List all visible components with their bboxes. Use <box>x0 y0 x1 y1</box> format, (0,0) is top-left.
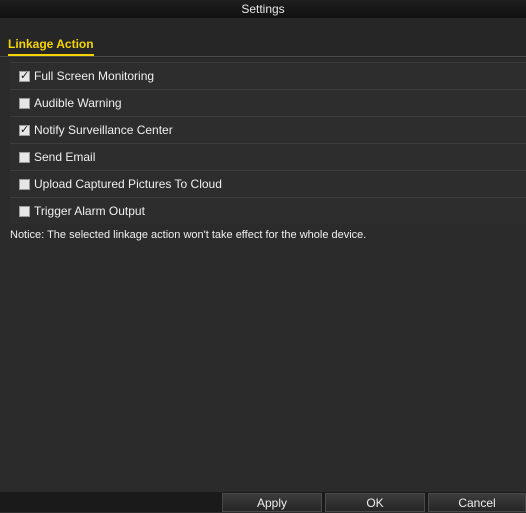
apply-button[interactable]: Apply <box>222 493 322 512</box>
option-full-screen-monitoring[interactable]: ✓ Full Screen Monitoring <box>10 62 526 89</box>
full-screen-monitoring-checkbox[interactable]: ✓ <box>19 68 30 82</box>
audible-warning-checkbox[interactable] <box>19 97 30 109</box>
bottom-button-bar: Apply OK Cancel <box>0 492 526 512</box>
option-send-email[interactable]: Send Email <box>10 143 526 170</box>
option-label: Notify Surveillance Center <box>34 123 173 137</box>
notice-text: Notice: The selected linkage action won'… <box>10 229 367 241</box>
tab-divider <box>0 56 526 57</box>
send-email-checkbox[interactable] <box>19 151 30 163</box>
option-notify-surveillance-center[interactable]: ✓ Notify Surveillance Center <box>10 116 526 143</box>
ok-button[interactable]: OK <box>325 493 425 512</box>
notify-surveillance-center-checkbox[interactable]: ✓ <box>19 122 30 136</box>
option-trigger-alarm-output[interactable]: Trigger Alarm Output <box>10 197 526 224</box>
option-label: Full Screen Monitoring <box>34 69 155 83</box>
tab-label: Linkage Action <box>8 37 94 51</box>
tab-bar: Linkage Action <box>0 18 526 58</box>
checkmark-icon: ✓ <box>20 122 30 136</box>
linkage-options-list: ✓ Full Screen Monitoring Audible Warning… <box>10 62 526 224</box>
option-label: Audible Warning <box>34 96 122 110</box>
cancel-button[interactable]: Cancel <box>428 493 526 512</box>
option-label: Send Email <box>34 150 96 164</box>
tab-linkage-action[interactable]: Linkage Action <box>8 37 94 56</box>
window-title: Settings <box>0 0 526 18</box>
option-audible-warning[interactable]: Audible Warning <box>10 89 526 116</box>
option-label: Upload Captured Pictures To Cloud <box>34 177 222 191</box>
trigger-alarm-output-checkbox[interactable] <box>19 205 30 217</box>
upload-captured-pictures-checkbox[interactable] <box>19 178 30 190</box>
checkmark-icon: ✓ <box>20 68 30 82</box>
option-upload-captured-pictures[interactable]: Upload Captured Pictures To Cloud <box>10 170 526 197</box>
option-label: Trigger Alarm Output <box>34 204 145 218</box>
settings-window: Settings Linkage Action ✓ Full Screen Mo… <box>0 0 526 512</box>
